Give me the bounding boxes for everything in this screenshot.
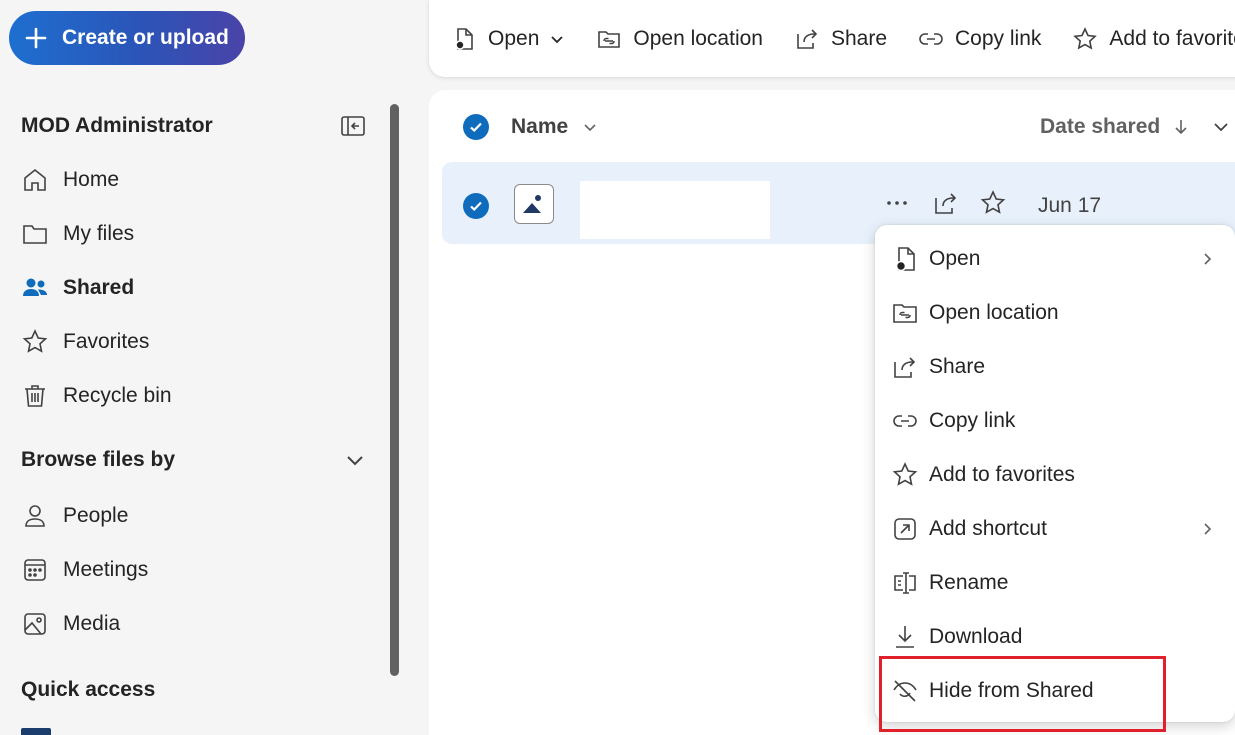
open-file-icon	[451, 26, 477, 52]
star-icon[interactable]	[979, 189, 1007, 217]
toolbar-share-label: Share	[831, 27, 887, 51]
column-header-date-shared[interactable]: Date shared	[1040, 115, 1230, 139]
more-options-icon[interactable]	[884, 190, 910, 216]
menu-item-open[interactable]: Open	[875, 232, 1235, 286]
menu-item-copy-link[interactable]: Copy link	[875, 394, 1235, 448]
quick-access-item-icon	[21, 728, 51, 735]
toolbar-open-label: Open	[488, 27, 539, 51]
sidebar-item-label: Favorites	[63, 330, 149, 354]
create-upload-label: Create or upload	[62, 26, 229, 50]
browse-files-header[interactable]: Browse files by	[21, 448, 366, 472]
calendar-icon	[21, 556, 49, 584]
toolbar-open-location-label: Open location	[633, 27, 763, 51]
folder-link-icon	[891, 299, 919, 327]
link-icon	[918, 26, 944, 52]
select-all-checkbox[interactable]	[463, 114, 489, 140]
menu-item-label: Share	[929, 355, 985, 379]
chevron-right-icon	[1199, 251, 1215, 267]
menu-item-label: Open location	[929, 301, 1059, 325]
image-file-icon	[514, 184, 554, 224]
toolbar-add-favorites-button[interactable]: Add to favorites	[1072, 26, 1235, 52]
toolbar-copy-link-button[interactable]: Copy link	[918, 26, 1041, 52]
sidebar-item-recycle-bin[interactable]: Recycle bin	[21, 376, 172, 416]
sidebar-item-meetings[interactable]: Meetings	[21, 550, 148, 590]
checkmark-icon	[468, 119, 484, 135]
link-icon	[891, 407, 919, 435]
sidebar-item-label: Home	[63, 168, 119, 192]
create-upload-button[interactable]: Create or upload	[9, 11, 245, 65]
browse-files-heading: Browse files by	[21, 448, 175, 472]
plus-icon	[25, 27, 47, 49]
column-name-label: Name	[511, 115, 568, 139]
sidebar-item-label: My files	[63, 222, 134, 246]
menu-item-label: Open	[929, 247, 980, 271]
sidebar-item-my-files[interactable]: My files	[21, 214, 134, 254]
open-file-icon	[891, 245, 919, 273]
sidebar-item-people[interactable]: People	[21, 496, 128, 536]
sidebar: MOD Administrator Home My files Shared F…	[0, 90, 405, 735]
toolbar-copy-link-label: Copy link	[955, 27, 1041, 51]
row-checkbox[interactable]	[463, 193, 489, 219]
download-icon	[891, 623, 919, 651]
menu-item-label: Rename	[929, 571, 1008, 595]
menu-item-share[interactable]: Share	[875, 340, 1235, 394]
menu-item-open-location[interactable]: Open location	[875, 286, 1235, 340]
share-icon	[891, 353, 919, 381]
arrow-down-icon	[1172, 118, 1190, 136]
menu-item-label: Add to favorites	[929, 463, 1075, 487]
user-header: MOD Administrator	[21, 114, 366, 138]
star-icon	[1072, 26, 1098, 52]
person-icon	[21, 502, 49, 530]
people-icon	[21, 274, 49, 302]
row-date-shared: Jun 17	[1038, 194, 1101, 218]
checkmark-icon	[468, 198, 484, 214]
user-name: MOD Administrator	[21, 114, 213, 138]
file-name[interactable]	[580, 181, 770, 239]
chevron-down-icon	[549, 31, 565, 47]
home-icon	[21, 166, 49, 194]
star-icon	[21, 328, 49, 356]
share-icon[interactable]	[932, 189, 960, 217]
sidebar-item-label: Media	[63, 612, 120, 636]
sidebar-item-shared[interactable]: Shared	[21, 268, 134, 308]
collapse-pane-icon[interactable]	[340, 115, 366, 137]
sidebar-item-label: Meetings	[63, 558, 148, 582]
sidebar-item-label: Recycle bin	[63, 384, 172, 408]
toolbar-open-location-button[interactable]: Open location	[596, 26, 763, 52]
column-header-name[interactable]: Name	[511, 115, 598, 139]
column-date-label: Date shared	[1040, 115, 1160, 139]
sidebar-item-label: People	[63, 504, 128, 528]
chevron-down-icon	[582, 119, 598, 135]
highlight-box	[879, 656, 1166, 732]
chevron-down-icon	[344, 449, 366, 471]
command-bar: Open Open location Share Copy link Add t…	[429, 0, 1235, 77]
shortcut-icon	[891, 515, 919, 543]
sidebar-item-favorites[interactable]: Favorites	[21, 322, 149, 362]
sidebar-item-media[interactable]: Media	[21, 604, 120, 644]
context-menu: Open Open location Share Copy link Add t…	[875, 225, 1235, 722]
toolbar-open-button[interactable]: Open	[451, 26, 565, 52]
folder-link-icon	[596, 26, 622, 52]
folder-icon	[21, 220, 49, 248]
menu-item-add-shortcut[interactable]: Add shortcut	[875, 502, 1235, 556]
image-icon	[21, 610, 49, 638]
menu-item-label: Copy link	[929, 409, 1015, 433]
rename-icon	[891, 569, 919, 597]
menu-item-add-favorites[interactable]: Add to favorites	[875, 448, 1235, 502]
chevron-right-icon	[1199, 521, 1215, 537]
menu-item-rename[interactable]: Rename	[875, 556, 1235, 610]
sidebar-item-label: Shared	[63, 276, 134, 300]
menu-item-label: Download	[929, 625, 1022, 649]
quick-access-header: Quick access	[21, 678, 366, 702]
toolbar-add-favorites-label: Add to favorites	[1109, 27, 1235, 51]
chevron-down-icon[interactable]	[1212, 118, 1230, 136]
menu-item-label: Add shortcut	[929, 517, 1047, 541]
sidebar-item-home[interactable]: Home	[21, 160, 119, 200]
sidebar-scrollbar[interactable]	[390, 104, 399, 676]
quick-access-heading: Quick access	[21, 678, 155, 702]
toolbar-share-button[interactable]: Share	[794, 26, 887, 52]
trash-icon	[21, 382, 49, 410]
star-icon	[891, 461, 919, 489]
share-icon	[794, 26, 820, 52]
